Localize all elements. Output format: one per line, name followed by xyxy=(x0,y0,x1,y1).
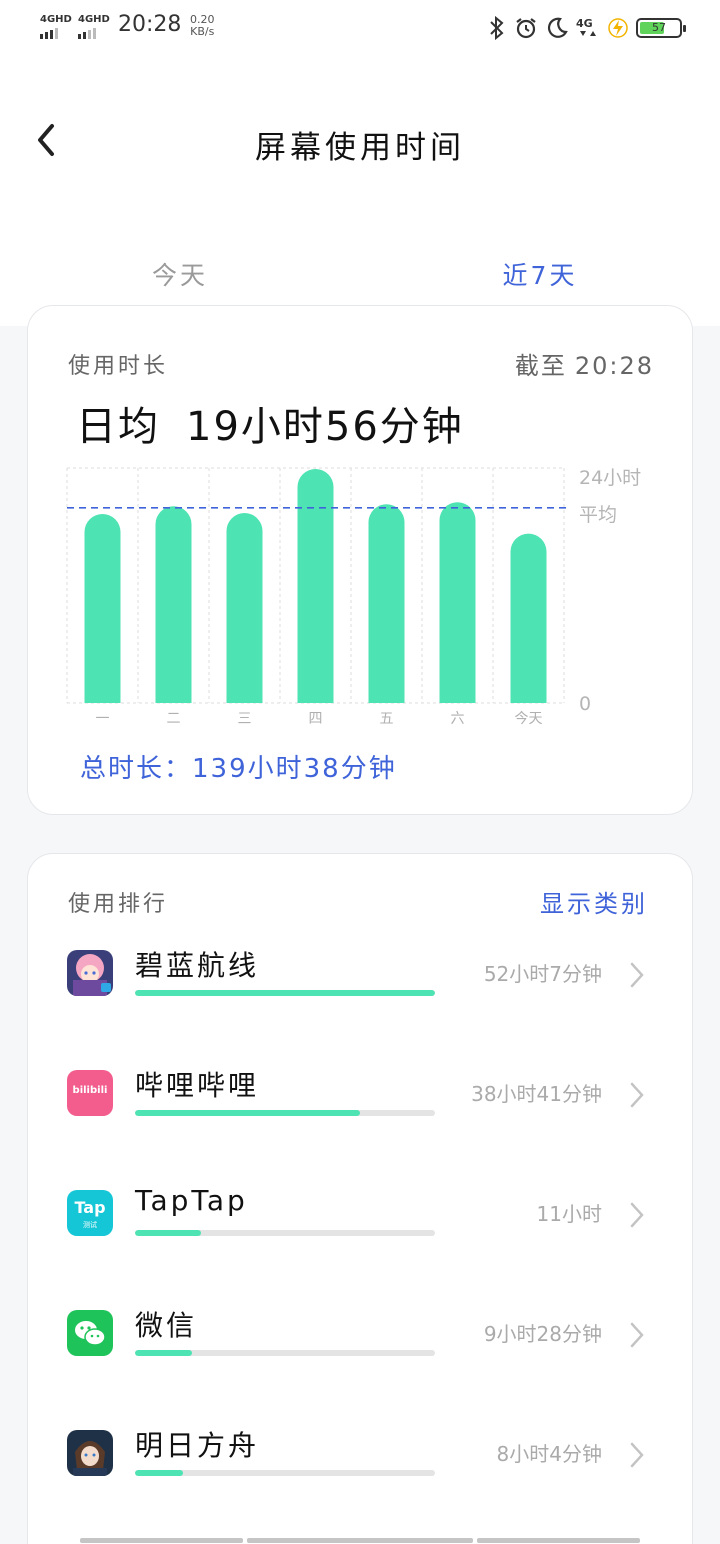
signal-label-1: 4GHD xyxy=(40,14,72,25)
usage-card: 使用时长 截至 20:28 日均 19小时56分钟 一二三四五六今天 24小时 平均 0 … xyxy=(27,305,693,815)
usage-progress-fill xyxy=(135,1350,192,1356)
taptap-icon-text: Tap xyxy=(74,1198,106,1217)
usage-progress-track xyxy=(135,990,435,996)
signal-bars-icon xyxy=(40,27,72,39)
chart-bar xyxy=(439,502,476,703)
bilibili-app-icon: bilibili xyxy=(67,1070,113,1116)
taptap-app-icon: Tap 测试 xyxy=(67,1190,113,1236)
svg-text:4G: 4G xyxy=(576,17,593,30)
chart-bar xyxy=(368,504,405,703)
net-speed-unit: KB/s xyxy=(190,25,215,38)
signal-indicator-1: 4GHD xyxy=(40,14,72,39)
usage-progress-track xyxy=(135,1470,435,1476)
4g-data-icon: 4G xyxy=(576,17,596,36)
app-row-arknights[interactable]: 明日方舟 8小时4分钟 xyxy=(28,1429,692,1544)
app-usage-time: 52小时7分钟 xyxy=(483,962,602,986)
usage-progress-track xyxy=(135,1230,435,1236)
net-speed: 0.20 KB/s xyxy=(190,14,215,38)
charging-icon xyxy=(608,18,628,38)
y-tick-label-zero: 0 xyxy=(579,693,591,715)
signal-indicator-2: 4GHD xyxy=(78,14,110,39)
app-usage-time: 8小时4分钟 xyxy=(496,1442,602,1466)
usage-progress-fill xyxy=(135,990,435,996)
app-row-taptap[interactable]: Tap 测试 TapTap 11小时 xyxy=(28,1184,692,1310)
app-name: 微信 xyxy=(135,1309,198,1342)
x-tick-label: 五 xyxy=(380,711,394,727)
signal-bars-icon xyxy=(78,27,110,39)
tab-last-7-days[interactable]: 近7天 xyxy=(460,256,620,292)
status-clock: 20:28 xyxy=(118,12,182,37)
chart-bar xyxy=(297,468,334,703)
y-tick-label-max: 24小时 xyxy=(579,467,641,489)
status-bar: 4GHD 4GHD 20:28 0.20 KB/s 4G 57 xyxy=(0,0,720,56)
x-tick-label: 四 xyxy=(309,711,323,727)
total-duration: 总时长：139小时38分钟 xyxy=(80,748,397,785)
x-tick-label: 一 xyxy=(96,711,110,727)
x-tick-label: 三 xyxy=(238,711,252,727)
chart-bar xyxy=(84,514,121,703)
page-title: 屏幕使用时间 xyxy=(255,130,465,166)
app-usage-time: 11小时 xyxy=(536,1202,602,1226)
app-name: TapTap xyxy=(135,1184,248,1217)
wechat-app-icon xyxy=(67,1310,113,1356)
azur-lane-app-icon xyxy=(67,950,113,996)
battery-level: 57 xyxy=(652,21,666,34)
chevron-right-icon xyxy=(630,1082,644,1108)
ranking-title: 使用排行 xyxy=(68,892,169,917)
app-usage-time: 9小时28分钟 xyxy=(483,1322,602,1346)
total-duration-label: 总时长： xyxy=(80,754,193,784)
chart-bar xyxy=(226,513,263,703)
app-row-wechat[interactable]: 微信 9小时28分钟 xyxy=(28,1309,692,1430)
signal-label-2: 4GHD xyxy=(78,14,110,25)
total-duration-value: 139小时38分钟 xyxy=(192,754,397,784)
app-name: 哔哩哔哩 xyxy=(135,1069,260,1102)
battery-icon: 57 xyxy=(636,18,686,38)
usage-progress-fill xyxy=(135,1230,201,1236)
header: 屏幕使用时间 今天 近7天 xyxy=(0,56,720,326)
chevron-right-icon xyxy=(630,1442,644,1468)
bilibili-icon-text: bilibili xyxy=(72,1085,108,1096)
usage-progress-track xyxy=(135,1350,435,1356)
usage-bar-chart: 一 二 三 四 五 六 今天 24小时平均 0 xyxy=(66,467,641,727)
usage-progress-track xyxy=(135,1110,435,1116)
moon-icon xyxy=(548,17,568,38)
app-name: 明日方舟 xyxy=(135,1429,260,1462)
app-row-bilibili[interactable]: bilibili 哔哩哔哩 38小时41分钟 xyxy=(28,1069,692,1190)
arknights-app-icon xyxy=(67,1430,113,1476)
average-line-label: 平均 xyxy=(579,504,617,526)
app-name: 碧蓝航线 xyxy=(135,949,260,982)
usage-progress-fill xyxy=(135,1470,183,1476)
x-tick-label: 今天 xyxy=(515,711,543,727)
usage-ranking-card: 使用排行 显示类别 碧蓝航线 52小时7分钟 bilibili 哔哩哔哩 38小… xyxy=(27,853,693,1544)
scroll-indicator xyxy=(80,1538,640,1544)
app-row-azur-lane[interactable]: 碧蓝航线 52小时7分钟 xyxy=(28,949,692,1070)
status-icons: 4G 57 xyxy=(488,16,686,40)
usage-progress-fill xyxy=(135,1110,360,1116)
taptap-icon-subtext: 测试 xyxy=(83,1221,97,1229)
app-usage-time: 38小时41分钟 xyxy=(471,1082,602,1106)
chart-bar xyxy=(510,533,547,703)
chevron-right-icon xyxy=(630,962,644,988)
x-tick-label: 六 xyxy=(451,711,465,727)
chevron-right-icon xyxy=(630,1322,644,1348)
tab-today[interactable]: 今天 xyxy=(100,256,260,292)
chevron-right-icon xyxy=(630,1202,644,1228)
bluetooth-icon xyxy=(490,16,504,40)
show-category-link[interactable]: 显示类别 xyxy=(540,884,648,919)
chart-bar xyxy=(155,506,192,703)
x-tick-label: 二 xyxy=(167,711,181,727)
alarm-icon xyxy=(516,18,536,39)
